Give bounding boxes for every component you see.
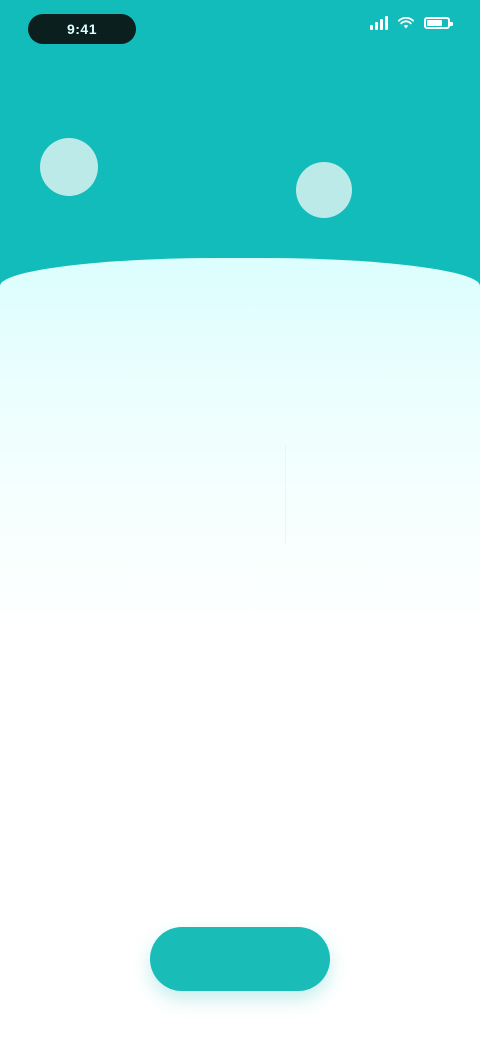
- battery-icon: [424, 17, 453, 29]
- stats-divider: [285, 445, 286, 545]
- wifi-icon: [398, 17, 414, 29]
- primary-action-button[interactable]: [150, 927, 330, 991]
- stat-secondary: [300, 440, 390, 480]
- decorative-circle: [296, 162, 352, 218]
- content-card: [0, 258, 480, 1040]
- cellular-signal-icon: [370, 16, 388, 30]
- stat-primary: [120, 440, 270, 480]
- stats-panel: [0, 440, 480, 570]
- status-icons: [370, 16, 453, 30]
- decorative-circle: [40, 138, 98, 196]
- status-time: 9:41: [28, 14, 136, 44]
- header-banner: 9:41: [0, 0, 480, 300]
